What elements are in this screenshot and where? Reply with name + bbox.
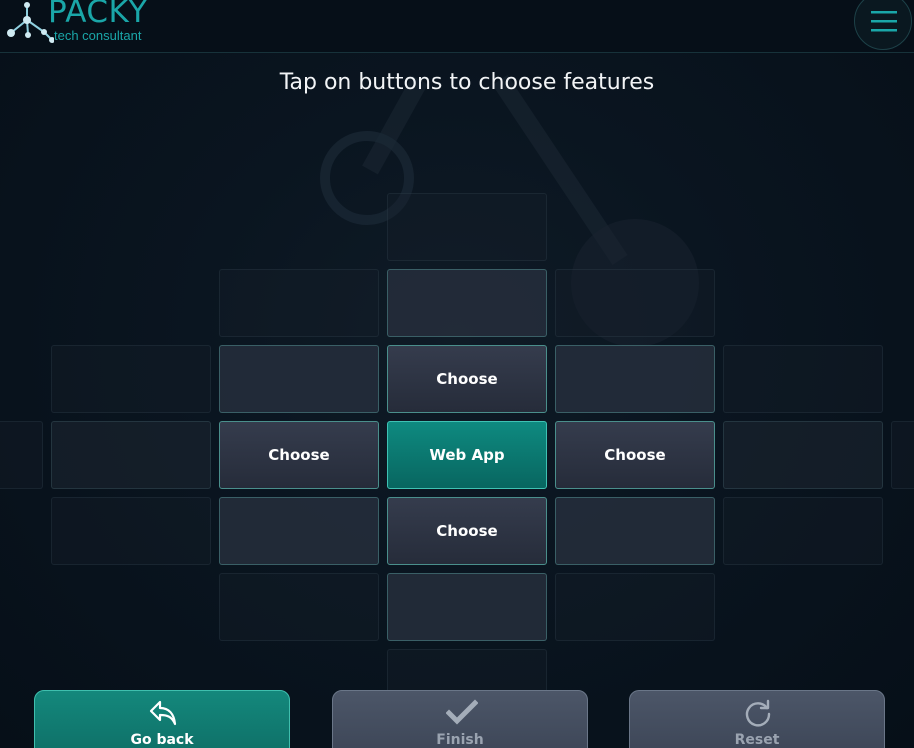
choose-label: Choose	[436, 370, 498, 388]
grid-cell	[51, 345, 211, 413]
go-back-button[interactable]: Go back	[34, 690, 290, 748]
finish-label: Finish	[436, 732, 484, 748]
grid-cell	[555, 269, 715, 337]
grid-cell	[51, 497, 211, 565]
choose-feature-button-left[interactable]: Choose	[219, 421, 379, 489]
reset-label: Reset	[734, 732, 780, 748]
top-header: PACKY tech consultant	[0, 0, 914, 53]
action-bar: Go back Finish Reset	[0, 690, 914, 748]
grid-cell	[891, 421, 914, 489]
page-instructions: Tap on buttons to choose features	[279, 70, 655, 95]
selected-feature-label: Web App	[429, 446, 505, 464]
grid-cell	[219, 345, 379, 413]
choose-feature-button-bottom[interactable]: Choose	[387, 497, 547, 565]
grid-cell	[723, 497, 883, 565]
brand-name: PACKY	[48, 0, 148, 30]
grid-cell	[219, 269, 379, 337]
grid-cell	[555, 573, 715, 641]
choose-label: Choose	[268, 446, 330, 464]
finish-button[interactable]: Finish	[332, 690, 588, 748]
grid-cell	[723, 345, 883, 413]
choose-feature-button-top[interactable]: Choose	[387, 345, 547, 413]
brand-logo[interactable]: PACKY tech consultant	[4, 0, 174, 46]
undo-arrow-icon	[149, 700, 177, 726]
grid-cell	[387, 193, 547, 261]
grid-cell	[387, 269, 547, 337]
hamburger-icon	[871, 11, 897, 32]
grid-cell	[723, 421, 883, 489]
app-stage: PACKY tech consultant Tap on buttons to …	[0, 0, 914, 748]
brand-tagline: tech consultant	[54, 28, 142, 43]
choose-label: Choose	[436, 522, 498, 540]
grid-cell	[387, 573, 547, 641]
menu-button[interactable]	[854, 0, 912, 50]
grid-cell	[555, 497, 715, 565]
grid-cell	[219, 573, 379, 641]
go-back-label: Go back	[130, 732, 194, 748]
grid-cell	[51, 421, 211, 489]
choose-feature-button-right[interactable]: Choose	[555, 421, 715, 489]
grid-cell	[0, 421, 43, 489]
checkmark-icon	[446, 699, 478, 725]
molecule-logo-icon	[7, 2, 54, 43]
selected-feature-web-app[interactable]: Web App	[387, 421, 547, 489]
reset-button[interactable]: Reset	[629, 690, 885, 748]
grid-cell	[219, 497, 379, 565]
choose-label: Choose	[604, 446, 666, 464]
grid-cell	[555, 345, 715, 413]
refresh-icon	[745, 699, 771, 727]
